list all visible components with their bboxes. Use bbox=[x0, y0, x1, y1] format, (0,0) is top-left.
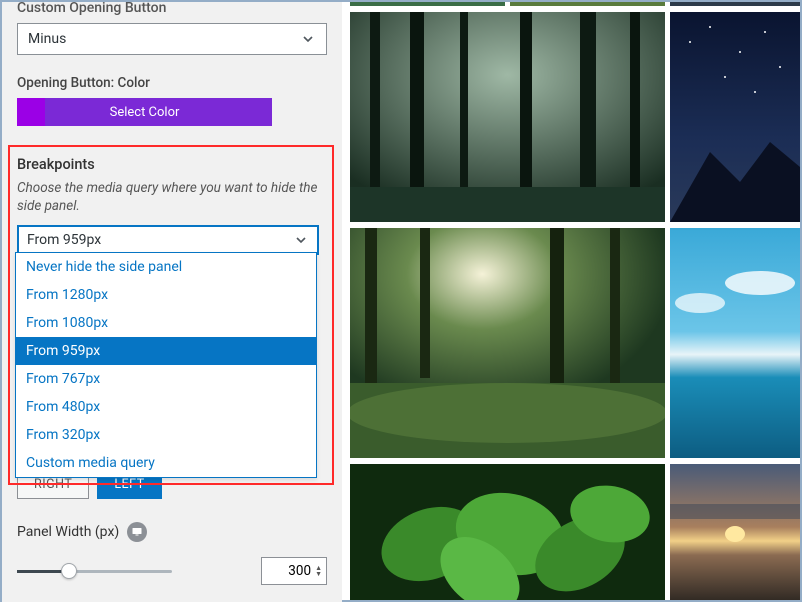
breakpoints-title: Breakpoints bbox=[17, 156, 327, 173]
number-stepper-icon[interactable]: ▲▼ bbox=[315, 565, 322, 577]
breakpoints-option[interactable]: Custom media query bbox=[16, 449, 316, 477]
breakpoints-option[interactable]: From 767px bbox=[16, 365, 316, 393]
gallery-thumb[interactable] bbox=[670, 464, 800, 600]
breakpoints-option[interactable]: From 480px bbox=[16, 393, 316, 421]
gallery-thumb[interactable] bbox=[350, 12, 665, 222]
panel-width-slider[interactable] bbox=[17, 561, 172, 581]
breakpoints-option[interactable]: Never hide the side panel bbox=[16, 253, 316, 281]
custom-opening-value: Minus bbox=[28, 31, 66, 47]
panel-width-input[interactable]: 300 ▲▼ bbox=[261, 557, 327, 585]
custom-opening-label: Custom Opening Button bbox=[17, 0, 327, 16]
breakpoints-select[interactable]: From 959px bbox=[17, 225, 319, 255]
breakpoints-option-selected[interactable]: From 959px bbox=[16, 337, 316, 365]
slider-thumb[interactable] bbox=[61, 563, 77, 579]
gallery-thumb[interactable] bbox=[670, 12, 800, 222]
gallery-thumb[interactable] bbox=[350, 228, 665, 458]
breakpoints-option[interactable]: From 320px bbox=[16, 421, 316, 449]
panel-width-slider-row: 300 ▲▼ bbox=[17, 557, 327, 585]
custom-opening-select[interactable]: Minus bbox=[17, 23, 327, 55]
gallery-thumb[interactable] bbox=[350, 2, 505, 6]
chevron-down-icon bbox=[293, 232, 309, 248]
breakpoints-selected: From 959px bbox=[27, 232, 101, 248]
gallery-thumb[interactable] bbox=[670, 2, 800, 6]
gallery-thumb[interactable] bbox=[510, 2, 665, 6]
select-color-button[interactable]: Select Color bbox=[17, 98, 272, 126]
breakpoints-dropdown: Never hide the side panel From 1280px Fr… bbox=[15, 252, 317, 478]
breakpoints-desc: Choose the media query where you want to… bbox=[17, 179, 327, 215]
preview-pane bbox=[342, 2, 800, 600]
panel-width-row: Panel Width (px) bbox=[17, 522, 147, 542]
breakpoints-option[interactable]: From 1080px bbox=[16, 309, 316, 337]
panel-width-label: Panel Width (px) bbox=[17, 524, 119, 540]
breakpoints-option[interactable]: From 1280px bbox=[16, 281, 316, 309]
gallery-thumb[interactable] bbox=[670, 228, 800, 458]
opening-color-label: Opening Button: Color bbox=[17, 75, 327, 91]
gallery-thumb[interactable] bbox=[350, 464, 665, 600]
desktop-icon[interactable] bbox=[127, 522, 147, 542]
chevron-down-icon bbox=[300, 31, 316, 47]
